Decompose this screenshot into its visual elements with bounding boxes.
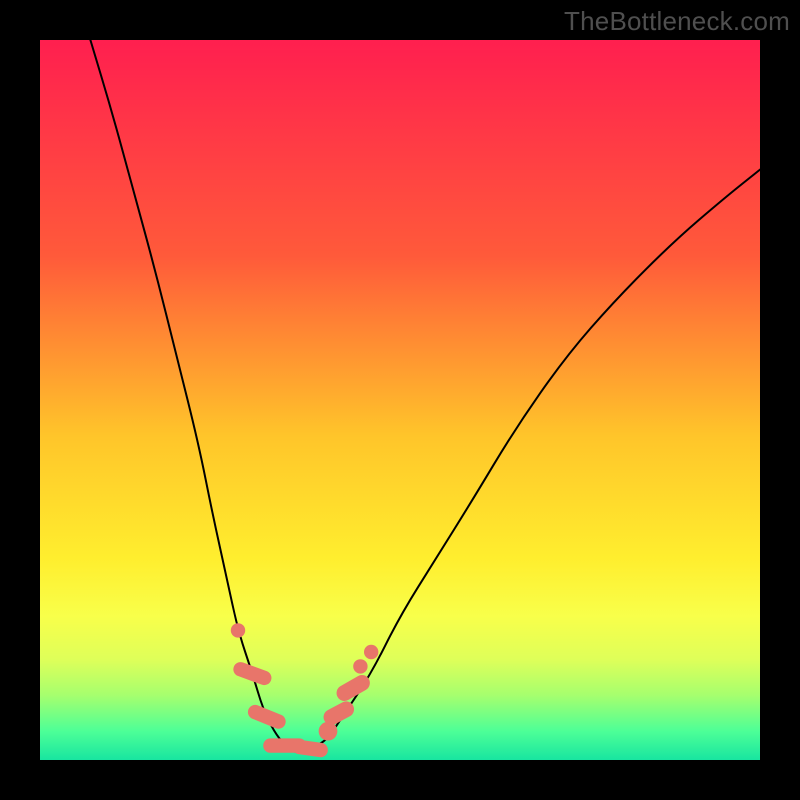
marker-dot xyxy=(353,659,367,673)
chart-svg xyxy=(40,40,760,760)
chart-background xyxy=(40,40,760,760)
marker-dot xyxy=(319,722,338,741)
marker-dot xyxy=(364,645,378,659)
plot-area xyxy=(40,40,760,760)
marker-dot xyxy=(231,623,245,637)
watermark-text: TheBottleneck.com xyxy=(564,6,790,37)
chart-frame: TheBottleneck.com xyxy=(0,0,800,800)
